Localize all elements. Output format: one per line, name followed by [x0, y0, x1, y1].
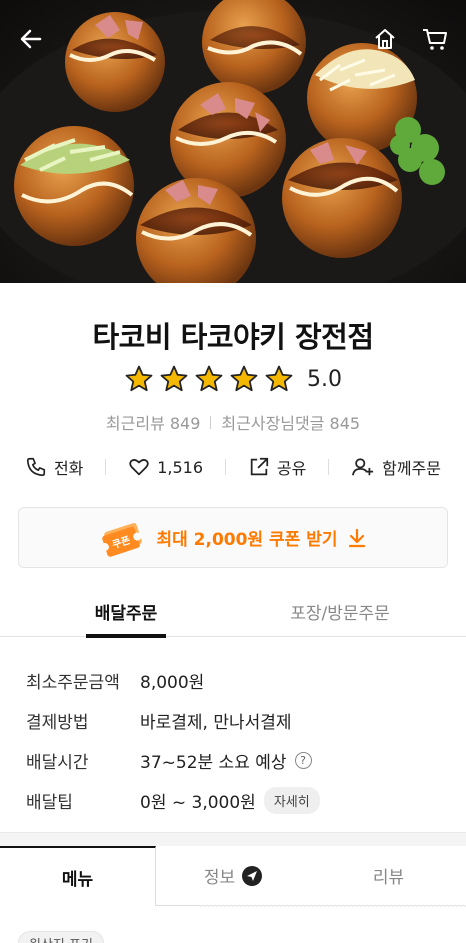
divider — [200, 905, 466, 907]
call-button[interactable]: 전화 — [25, 455, 83, 479]
tab-review-label: 리뷰 — [372, 868, 405, 888]
group-order-button[interactable]: 함께주문 — [351, 455, 441, 479]
cart-button[interactable] — [418, 22, 452, 56]
send-badge-icon — [242, 865, 263, 886]
review-summary[interactable]: 최근리뷰 849 최근사장님댓글 845 — [0, 410, 466, 434]
back-arrow-icon — [20, 29, 42, 49]
min-order-label: 최소주문금액 — [26, 672, 120, 693]
owner-reply-count: 최근사장님댓글 845 — [221, 414, 361, 433]
coupon-label: 최대 2,000원 쿠폰 받기 — [156, 530, 338, 550]
divider — [210, 415, 212, 429]
section-divider — [0, 832, 466, 846]
share-icon — [250, 457, 268, 476]
delivery-time-label: 배달시간 — [26, 752, 89, 773]
delivery-info: 최소주문금액 8,000원 결제방법 바로결제, 만나서결제 배달시간 37~5… — [26, 660, 446, 820]
delivery-tip-label: 배달팁 — [26, 792, 73, 813]
divider — [224, 459, 226, 475]
cart-icon — [423, 29, 447, 50]
coupon-icon: 쿠폰 — [101, 522, 143, 557]
home-button[interactable] — [368, 22, 402, 56]
delivery-time-row: 배달시간 37~52분 소요 예상 ? — [26, 740, 446, 780]
star-icon — [195, 365, 223, 392]
payment-row: 결제방법 바로결제, 만나서결제 — [26, 700, 446, 740]
back-button[interactable] — [14, 22, 48, 56]
payment-value: 바로결제, 만나서결제 — [140, 712, 292, 733]
delivery-tip-row: 배달팁 0원 ~ 3,000원 자세히 — [26, 780, 446, 820]
like-count: 1,516 — [157, 457, 204, 477]
recent-review-count: 최근리뷰 849 — [105, 414, 201, 433]
star-icon — [125, 365, 153, 392]
share-label: 공유 — [276, 459, 307, 478]
home-icon — [375, 29, 395, 49]
tab-menu-label: 메뉴 — [61, 869, 94, 890]
min-order-row: 최소주문금액 8,000원 — [26, 660, 446, 700]
min-order-value: 8,000원 — [140, 672, 205, 693]
tab-info[interactable]: 정보 — [156, 846, 311, 906]
download-icon — [348, 528, 365, 547]
rating-score: 5.0 — [307, 366, 342, 392]
store-actions: 전화 1,516 공유 함께주문 — [0, 455, 466, 479]
delivery-tip-value-wrap: 0원 ~ 3,000원 자세히 — [140, 786, 320, 814]
share-button[interactable]: 공유 — [248, 455, 306, 479]
like-button[interactable]: 1,516 — [128, 456, 203, 478]
origin-label-chip[interactable]: 원산지 표기 — [18, 931, 104, 943]
heart-icon — [129, 459, 149, 476]
payment-label: 결제방법 — [26, 712, 89, 733]
store-hero-image — [0, 0, 466, 283]
rating-row: 5.0 — [0, 364, 466, 394]
coupon-banner[interactable]: 쿠폰 최대 2,000원 쿠폰 받기 — [18, 507, 448, 568]
group-order-label: 함께주문 — [382, 459, 441, 478]
call-label: 전화 — [53, 459, 84, 478]
order-type-tabs: 배달주문 포장/방문주문 — [0, 590, 466, 638]
help-icon[interactable]: ? — [294, 751, 312, 769]
store-name: 타코비 타코야키 장전점 — [92, 320, 375, 354]
divider — [105, 459, 107, 475]
divider — [328, 459, 330, 475]
content-tabs: 메뉴 정보 리뷰 — [0, 846, 466, 906]
delivery-time-value-wrap: 37~52분 소요 예상 ? — [140, 748, 312, 773]
tab-menu[interactable]: 메뉴 — [0, 846, 156, 906]
phone-icon — [26, 457, 46, 477]
star-icon — [265, 365, 293, 392]
tab-review[interactable]: 리뷰 — [311, 846, 466, 906]
tab-delivery[interactable]: 배달주문 — [86, 590, 166, 638]
tab-pickup[interactable]: 포장/방문주문 — [270, 590, 410, 637]
delivery-time-value: 37~52분 소요 예상 — [140, 752, 287, 773]
detail-button[interactable]: 자세히 — [263, 786, 320, 814]
add-person-icon — [352, 458, 374, 476]
delivery-tip-value: 0원 ~ 3,000원 — [140, 792, 256, 813]
star-icon — [160, 365, 188, 392]
tab-info-label: 정보 — [203, 868, 236, 888]
star-icon — [230, 365, 258, 392]
